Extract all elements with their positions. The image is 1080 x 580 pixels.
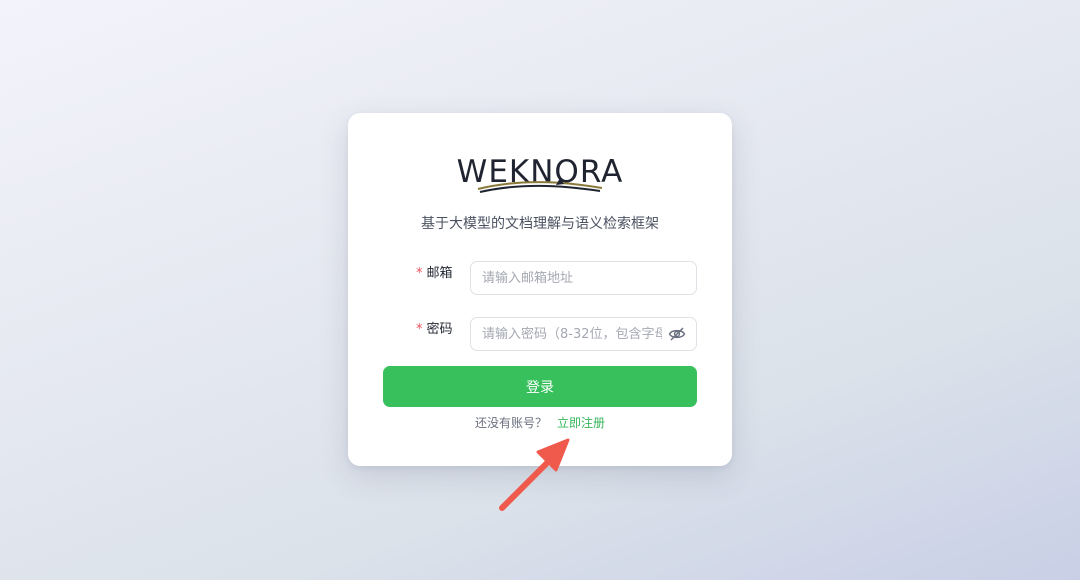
email-label-text: 邮箱 [426,266,453,281]
logo-swoosh-icon [477,178,603,193]
eye-off-icon[interactable] [668,326,686,342]
login-page: WEKNORA 基于大模型的文档理解与语义检索框架 *邮箱 *密码 [0,0,1080,580]
login-button[interactable]: 登录 [383,366,697,407]
password-input[interactable] [482,318,662,350]
red-arrow-annotation [499,438,570,511]
email-label: * 邮箱 [416,261,453,287]
email-input[interactable] [482,262,662,294]
register-prompt: 还没有账号？ [474,416,547,430]
required-mark: * [416,266,423,281]
password-label-text: 密码 [426,322,453,337]
register-link[interactable]: 立即注册 [557,416,605,430]
email-field-box[interactable] [470,261,697,295]
password-label: * 密码 [416,317,453,343]
login-card: WEKNORA 基于大模型的文档理解与语义检索框架 *邮箱 *密码 [348,113,732,466]
weknora-logo: WEKNORA [348,153,732,199]
password-field-box[interactable] [470,317,697,351]
subtitle: 基于大模型的文档理解与语义检索框架 [421,216,659,232]
email-row: * 邮箱 [383,261,697,295]
password-row: * 密码 [383,317,697,351]
required-mark: * [416,322,423,337]
